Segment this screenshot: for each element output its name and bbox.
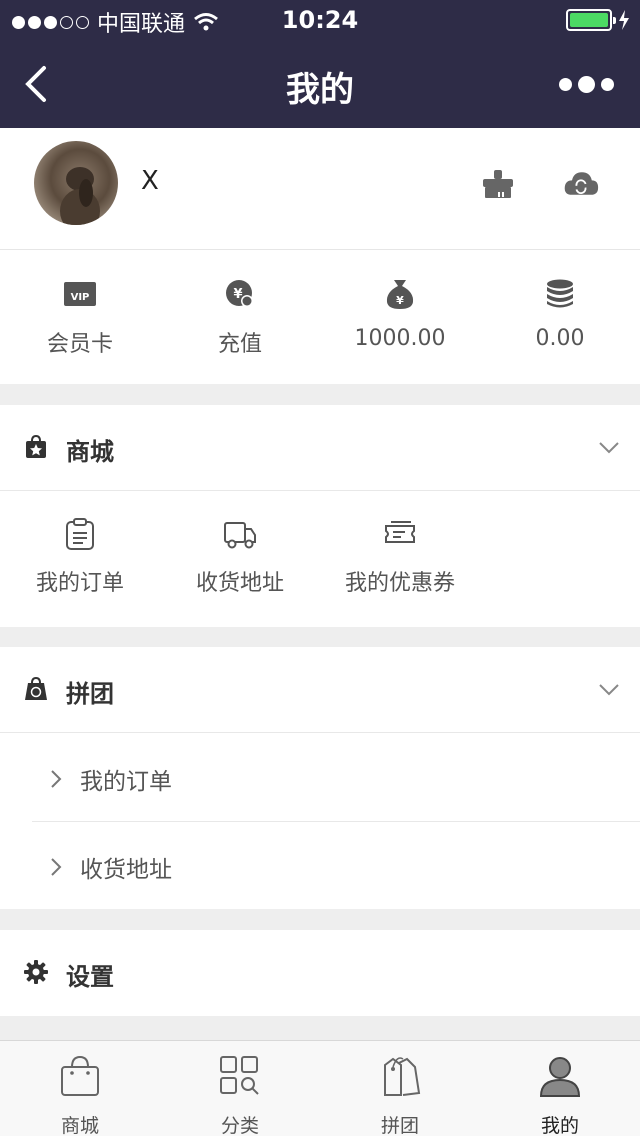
list-label: 我的订单 xyxy=(80,769,172,795)
section-title: 设置 xyxy=(66,963,114,991)
tab-category[interactable]: 分类 xyxy=(160,1041,320,1136)
mall-shipping-address[interactable]: 收货地址 xyxy=(160,517,320,597)
user-icon xyxy=(539,1057,581,1097)
shop-bag-icon xyxy=(26,435,46,458)
account-stats: VIP 会员卡 ¥ 充值 ¥ 1000.00 0.00 xyxy=(0,250,640,384)
stat-label: 会员卡 xyxy=(46,332,113,357)
group-bag-icon xyxy=(25,677,47,700)
stat-label: 1000.00 xyxy=(354,326,446,351)
tab-label: 分类 xyxy=(220,1115,259,1136)
stat-points[interactable]: 0.00 xyxy=(480,250,640,384)
section-title: 拼团 xyxy=(66,680,114,708)
grid-label: 我的优惠券 xyxy=(344,571,455,596)
brush-icon[interactable] xyxy=(480,168,516,200)
chevron-down-icon[interactable] xyxy=(598,683,620,697)
group-section: 拼团 我的订单 收货地址 xyxy=(0,647,640,909)
tab-label: 商城 xyxy=(60,1115,99,1136)
mall-my-orders[interactable]: 我的订单 xyxy=(0,517,160,597)
status-time: 10:24 xyxy=(281,6,359,34)
svg-text:¥: ¥ xyxy=(396,294,404,307)
tab-bar: 商城 分类 拼团 我的 xyxy=(0,1040,640,1136)
tab-mall[interactable]: 商城 xyxy=(0,1041,160,1136)
chevron-down-icon[interactable] xyxy=(598,441,620,455)
stat-label: 0.00 xyxy=(535,326,585,351)
settings-row[interactable]: 设置 xyxy=(0,930,640,1016)
avatar[interactable] xyxy=(34,141,118,225)
tab-label: 拼团 xyxy=(380,1115,419,1136)
list-label: 收货地址 xyxy=(80,857,172,883)
charging-icon xyxy=(619,10,629,30)
truck-icon xyxy=(224,522,256,549)
order-icon xyxy=(66,518,94,550)
settings-section[interactable]: 设置 xyxy=(0,930,640,1016)
profile-card: X xyxy=(0,128,640,250)
otter-avatar-image xyxy=(60,167,100,225)
chevron-right-icon xyxy=(51,858,62,876)
mall-section: 商城 我的订单 收货地址 我的优惠券 xyxy=(0,405,640,627)
stat-balance[interactable]: ¥ 1000.00 xyxy=(320,250,480,384)
shopping-bag-icon xyxy=(61,1055,99,1096)
battery-icon xyxy=(566,9,616,31)
tag-icon xyxy=(384,1057,421,1096)
status-bar: 中国联通 10:24 xyxy=(0,0,640,40)
grid-label: 收货地址 xyxy=(195,571,284,596)
stat-vip-card[interactable]: VIP 会员卡 xyxy=(0,250,160,384)
mall-my-coupons[interactable]: 我的优惠券 xyxy=(320,517,480,597)
nav-bar: 我的 xyxy=(0,40,640,128)
top-bar: 中国联通 10:24 我的 xyxy=(0,0,640,128)
page-title: 我的 xyxy=(286,70,354,110)
grid-label: 我的订单 xyxy=(35,571,124,596)
tab-group[interactable]: 拼团 xyxy=(320,1041,480,1136)
gear-icon xyxy=(24,960,48,984)
stat-label: 充值 xyxy=(217,332,262,357)
recharge-icon: ¥ xyxy=(226,280,253,307)
cloud-sync-icon[interactable] xyxy=(563,168,599,200)
svg-text:VIP: VIP xyxy=(71,292,90,303)
group-my-orders[interactable]: 我的订单 xyxy=(32,734,640,822)
chevron-right-icon xyxy=(51,770,62,788)
group-shipping-address[interactable]: 收货地址 xyxy=(32,822,640,910)
more-icon[interactable] xyxy=(559,76,614,93)
tab-label: 我的 xyxy=(540,1115,579,1136)
mall-header[interactable]: 商城 xyxy=(0,405,640,491)
coupon-icon xyxy=(385,521,415,543)
money-bag-icon: ¥ xyxy=(386,280,414,309)
stat-recharge[interactable]: ¥ 充值 xyxy=(160,250,320,384)
user-name: X xyxy=(141,166,159,196)
group-header[interactable]: 拼团 xyxy=(0,647,640,733)
section-title: 商城 xyxy=(66,438,114,466)
vip-card-icon: VIP xyxy=(64,282,96,306)
coins-icon xyxy=(547,279,573,308)
category-grid-icon xyxy=(220,1056,259,1095)
tab-mine[interactable]: 我的 xyxy=(480,1041,640,1136)
